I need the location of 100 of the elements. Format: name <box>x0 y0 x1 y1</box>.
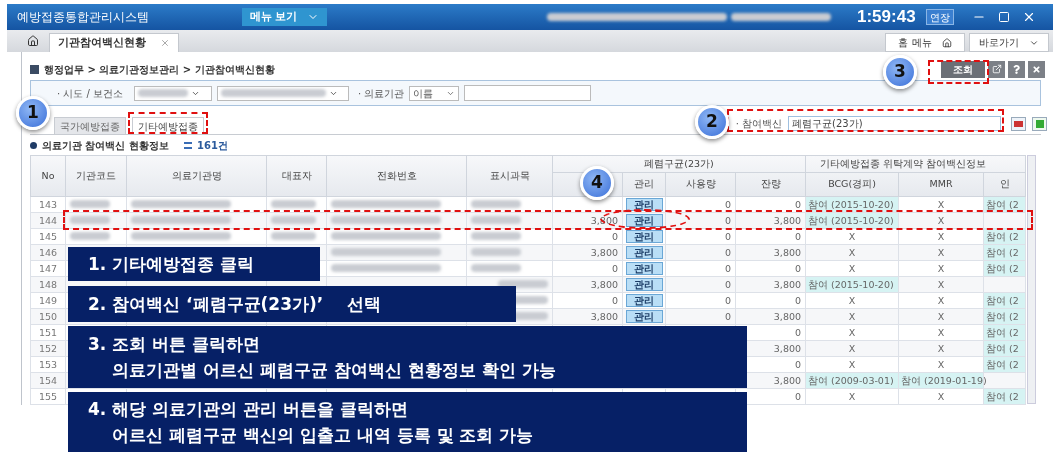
search-button[interactable]: 조회 <box>941 60 985 78</box>
manage-button[interactable]: 관리 <box>625 278 663 291</box>
column-header: 기관코드 <box>65 155 127 197</box>
column-header: 표시과목 <box>466 155 553 197</box>
instruction-text: 2. 참여백신 ‘폐렴구균(23가)’ 선택 <box>88 293 382 316</box>
row-number: 153 <box>30 356 66 373</box>
column-header: 전화번호 <box>326 155 467 197</box>
row-number: 146 <box>30 244 66 261</box>
column-group-header: 폐렴구균(23가) <box>552 155 806 173</box>
table-cell: X <box>805 244 899 261</box>
row-number: 149 <box>30 292 66 309</box>
table-cell: X <box>898 356 984 373</box>
table-cell: 0 <box>665 260 736 277</box>
instruction-text: 4. 해당 의료기관의 관리 버튼을 클릭하면 <box>88 398 409 421</box>
record-count: 161건 <box>196 138 228 153</box>
table-cell: X <box>898 260 984 277</box>
instruction-text: 의료기관별 어르신 폐렴구균 참여백신 현황정보 확인 가능 <box>111 359 557 382</box>
manage-button[interactable]: 관리 <box>625 294 663 307</box>
table-cell: X <box>898 308 984 325</box>
table-cell: 0 <box>552 292 623 309</box>
table-cell: 0 <box>552 228 623 245</box>
column-header: 사용량 <box>665 172 736 197</box>
session-timer: 1:59:43 <box>857 6 916 29</box>
manage-button[interactable]: 관리 <box>625 198 663 211</box>
row-number: 152 <box>30 340 66 357</box>
table-cell: 0 <box>665 228 736 245</box>
vaccine-field[interactable]: 폐렴구균(23가) <box>788 116 1001 131</box>
table-cell: 0 <box>665 196 736 213</box>
table-cell: 3,800 <box>735 276 806 293</box>
column-header: 잔량 <box>735 172 806 197</box>
table-cell: X <box>805 324 899 341</box>
manage-button[interactable]: 관리 <box>625 310 663 323</box>
row-number: 155 <box>30 388 66 405</box>
table-cell: 3,800 <box>552 244 623 261</box>
app-title: 예방접종통합관리시스템 <box>17 9 150 26</box>
column-header: No <box>30 155 66 197</box>
row-number: 150 <box>30 308 66 325</box>
table-cell: X <box>805 340 899 357</box>
table-cell: X <box>805 260 899 277</box>
table-cell: X <box>898 228 984 245</box>
table-cell: 0 <box>735 292 806 309</box>
row-number: 147 <box>30 260 66 277</box>
shortcut-button[interactable]: 홈 메뉴 <box>885 33 965 52</box>
table-cell: 3,800 <box>735 244 806 261</box>
table-cell: X <box>805 356 899 373</box>
row-number: 145 <box>30 228 66 245</box>
instruction-text: 1. 기타예방접종 클릭 <box>88 253 256 276</box>
table-cell: 0 <box>552 260 623 277</box>
table-cell: X <box>898 388 984 405</box>
table-cell: X <box>898 340 984 357</box>
row-number: 143 <box>30 196 66 213</box>
table-cell: X <box>898 324 984 341</box>
sub-tab[interactable]: 국가예방접종 <box>54 117 126 134</box>
column-header: BCG(경피) <box>805 172 899 197</box>
extend-button[interactable]: 연장 <box>925 9 954 25</box>
manage-button[interactable]: 관리 <box>625 246 663 259</box>
table-cell: X <box>805 308 899 325</box>
section-title: 의료기관 참여백신 현황정보 <box>42 138 169 153</box>
row-number: 148 <box>30 276 66 293</box>
table-cell: 0 <box>665 308 736 325</box>
instruction-text: 어르신 폐렴구균 백신의 입출고 내역 등록 및 조회 가능 <box>111 424 535 447</box>
manage-button[interactable]: 관리 <box>625 262 663 275</box>
filter-label: · 시도 / 보건소 <box>57 86 125 101</box>
row-number: 144 <box>30 212 66 229</box>
step-badge: 3 <box>883 55 917 89</box>
manage-button[interactable]: 관리 <box>625 230 663 243</box>
manage-button[interactable]: 관리 <box>625 214 663 227</box>
column-header: 의료기관명 <box>126 155 267 197</box>
column-group-header: 기타예방접종 위탁계약 참여백신정보 <box>805 155 1026 173</box>
table-cell: 3,800 <box>735 308 806 325</box>
sub-tab[interactable]: 기타예방접종 <box>132 117 204 134</box>
column-header: 대표자 <box>266 155 327 197</box>
step-badge: 1 <box>16 96 50 130</box>
table-cell: X <box>805 388 899 405</box>
table-cell: 0 <box>735 228 806 245</box>
table-cell: 3,800 <box>552 276 623 293</box>
column-header: 관리 <box>622 172 666 197</box>
table-cell: 0 <box>665 276 736 293</box>
table-cell: X <box>898 276 984 293</box>
table-cell: 0 <box>735 196 806 213</box>
column-header: 인 <box>983 172 1026 197</box>
table-cell: 3,800 <box>552 308 623 325</box>
table-cell: 0 <box>665 292 736 309</box>
table-cell: X <box>898 244 984 261</box>
row-number: 154 <box>30 372 66 389</box>
table-cell: X <box>898 292 984 309</box>
page-tab[interactable]: 기관참여백신현황 <box>49 33 179 52</box>
table-cell: 0 <box>735 260 806 277</box>
table-cell: X <box>805 292 899 309</box>
row-number: 151 <box>30 324 66 341</box>
table-cell: 0 <box>665 244 736 261</box>
filter-label: · 참여백신 <box>735 117 782 131</box>
shortcut-button[interactable]: 바로가기 <box>969 33 1049 52</box>
dropdown[interactable]: 이름 <box>409 85 460 101</box>
table-cell: X <box>805 228 899 245</box>
breadcrumb: 행정업무 > 의료기관정보관리 > 기관참여백신현황 <box>44 62 275 77</box>
table-cell: X <box>898 196 984 213</box>
step-badge: 2 <box>695 105 729 139</box>
instruction-text: 3. 조회 버튼 클릭하면 <box>88 333 262 356</box>
filter-label: · 의료기관 <box>358 86 405 101</box>
